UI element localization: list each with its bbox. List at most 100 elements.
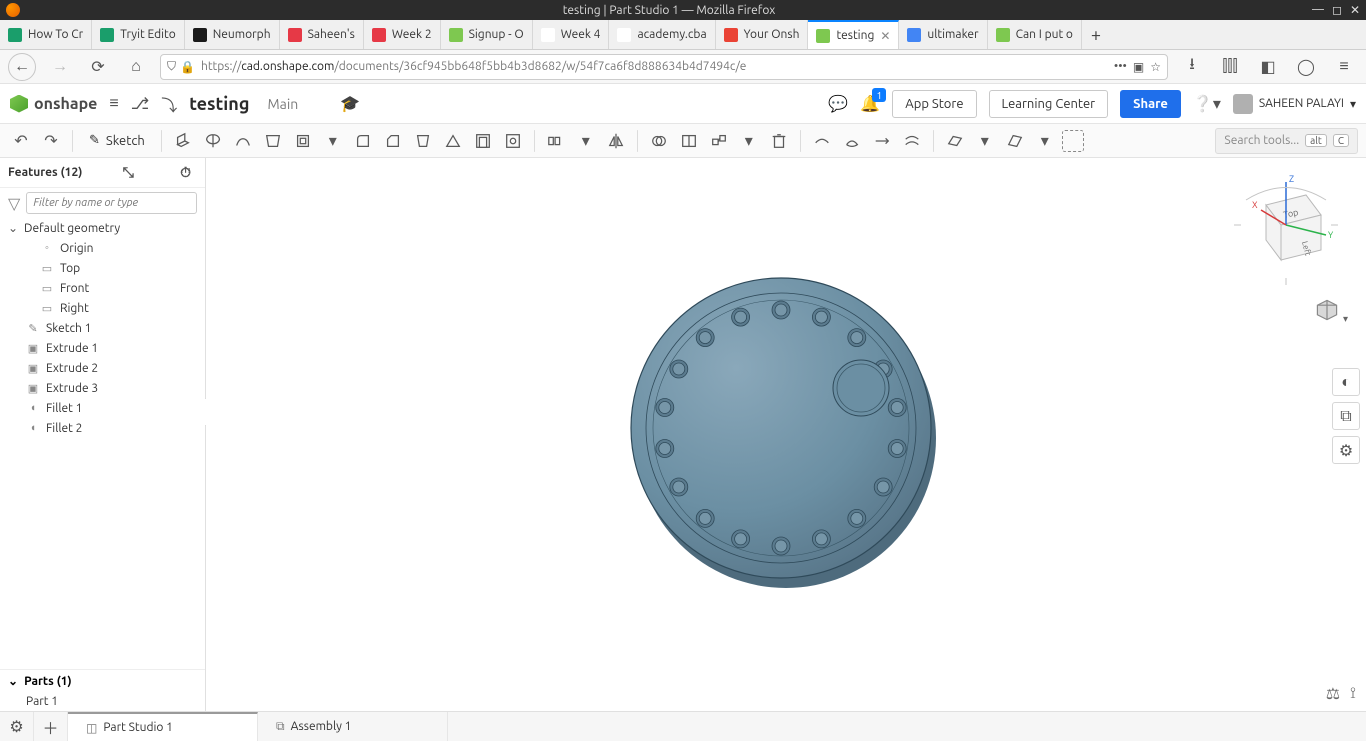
sidebar-icon[interactable]: ◧ (1254, 53, 1282, 81)
sweep-icon[interactable] (230, 128, 256, 154)
account-icon[interactable]: ◯ (1292, 53, 1320, 81)
tree-item-feature[interactable]: ▣Extrude 1 (0, 338, 205, 358)
window-minimize-icon[interactable]: — (1312, 3, 1324, 17)
surface-offset-icon[interactable] (899, 128, 925, 154)
redo-button[interactable]: ↷ (38, 128, 64, 154)
tab-part-studio[interactable]: ◫ Part Studio 1 (68, 712, 258, 741)
browser-tab[interactable]: Tryit Edito (92, 20, 185, 49)
tree-item-part[interactable]: Part 1 (0, 692, 205, 711)
revolve-icon[interactable] (200, 128, 226, 154)
add-tab-icon[interactable]: ＋ (34, 712, 68, 741)
tree-item-feature[interactable]: ▣Extrude 3 (0, 378, 205, 398)
tree-item-geometry[interactable]: ▭Right (0, 298, 205, 318)
parts-header[interactable]: ⌄ Parts (1) (0, 669, 205, 692)
plane-icon[interactable] (942, 128, 968, 154)
sketch-button[interactable]: ✎ Sketch (81, 128, 153, 154)
draft-icon[interactable] (410, 128, 436, 154)
graduation-icon[interactable]: 🎓 (340, 94, 360, 113)
delete-part-icon[interactable] (766, 128, 792, 154)
close-tab-icon[interactable]: ✕ (880, 29, 890, 43)
view-cube[interactable]: Top Left Y Z X (1226, 170, 1346, 290)
hamburger-icon[interactable]: ≡ (109, 94, 118, 113)
dropdown-2-icon[interactable]: ▾ (573, 128, 599, 154)
extrude-icon[interactable] (170, 128, 196, 154)
downloads-icon[interactable]: ⭳ (1178, 53, 1206, 81)
tree-item-feature[interactable]: ✎Sketch 1 (0, 318, 205, 338)
undo-button[interactable]: ↶ (8, 128, 34, 154)
dropdown-4-icon[interactable]: ▾ (972, 128, 998, 154)
hole-icon[interactable] (500, 128, 526, 154)
stopwatch-icon[interactable]: ⏱ (180, 164, 191, 181)
browser-tab[interactable]: ultimaker (899, 20, 987, 49)
loft-icon[interactable] (260, 128, 286, 154)
sheet-metal-icon[interactable] (1002, 128, 1028, 154)
features-filter-input[interactable] (26, 192, 197, 214)
comments-icon[interactable]: 💬 (828, 94, 848, 113)
transform-icon[interactable] (706, 128, 732, 154)
tree-default-geometry[interactable]: ⌄ Default geometry (0, 218, 205, 238)
nav-home-button[interactable]: ⌂ (122, 53, 150, 81)
browser-tab[interactable]: Signup - O (441, 20, 533, 49)
search-tools[interactable]: Search tools... alt C (1215, 128, 1358, 154)
tab-options-icon[interactable]: ⚙ (0, 712, 34, 741)
version-graph-icon[interactable]: ⎇ (131, 94, 149, 113)
window-close-icon[interactable]: ✕ (1350, 3, 1360, 17)
browser-tab[interactable]: academy.cba (609, 20, 715, 49)
surface-extrude-icon[interactable] (809, 128, 835, 154)
nav-reload-button[interactable]: ⟳ (84, 53, 112, 81)
insert-icon[interactable]: ⤵ (161, 92, 177, 116)
branch-name[interactable]: Main (267, 96, 298, 112)
render-mode-icon[interactable]: ▾ (1315, 298, 1348, 326)
user-menu[interactable]: SAHEEN PALAYI ▾ (1233, 94, 1356, 114)
tree-item-geometry[interactable]: ▭Top (0, 258, 205, 278)
thicken-icon[interactable] (290, 128, 316, 154)
appearance-tool-icon[interactable]: ◐ (1332, 368, 1360, 396)
onshape-logo[interactable]: onshape (10, 95, 97, 113)
meatball-icon[interactable]: ••• (1114, 60, 1127, 73)
browser-tab[interactable]: Week 4 (533, 20, 610, 49)
surface-move-icon[interactable] (869, 128, 895, 154)
tab-assembly[interactable]: ⧉ Assembly 1 (258, 712, 448, 741)
browser-tab[interactable]: Your Onsh (716, 20, 809, 49)
surface-fill-icon[interactable] (839, 128, 865, 154)
model-view[interactable] (586, 228, 986, 628)
tree-item-geometry[interactable]: ◦Origin (0, 238, 205, 258)
nav-back-button[interactable]: ← (8, 53, 36, 81)
document-name[interactable]: testing (189, 94, 249, 114)
measure-tool-icon[interactable]: ⚙ (1332, 436, 1360, 464)
browser-tab[interactable]: How To Cr (0, 20, 92, 49)
share-button[interactable]: Share (1120, 90, 1181, 118)
tree-item-feature[interactable]: ◖Fillet 1 (0, 398, 205, 418)
tree-item-feature[interactable]: ▣Extrude 2 (0, 358, 205, 378)
dropdown-5-icon[interactable]: ▾ (1032, 128, 1058, 154)
nav-forward-button[interactable]: → (46, 53, 74, 81)
browser-tab[interactable]: Week 2 (364, 20, 441, 49)
split-icon[interactable] (676, 128, 702, 154)
mass-props-tool-icon[interactable]: ⧉ (1332, 402, 1360, 430)
browser-tab[interactable]: Saheen's (280, 20, 364, 49)
tree-item-geometry[interactable]: ▭Front (0, 278, 205, 298)
library-icon[interactable]: ⫿⫿⫿ (1216, 53, 1244, 81)
rollback-icon[interactable]: ⤡ (123, 164, 134, 181)
boolean-icon[interactable] (646, 128, 672, 154)
precision-icon[interactable]: ⟟ (1350, 684, 1356, 703)
reader-icon[interactable]: ▣ (1133, 60, 1144, 74)
chamfer-icon[interactable] (380, 128, 406, 154)
browser-tab[interactable]: Neumorph (185, 20, 280, 49)
window-maximize-icon[interactable]: ◻ (1332, 3, 1342, 17)
browser-tab[interactable]: Can I put o (988, 20, 1082, 49)
units-icon[interactable]: ⚖ (1326, 684, 1340, 703)
pattern-linear-icon[interactable] (543, 128, 569, 154)
new-tab-button[interactable]: + (1082, 20, 1110, 49)
browser-tab[interactable]: testing✕ (808, 20, 899, 49)
address-bar[interactable]: ⛉ 🔒 https://cad.onshape.com/documents/36… (160, 54, 1168, 80)
shell-icon[interactable] (470, 128, 496, 154)
bookmark-star-icon[interactable]: ☆ (1150, 60, 1161, 74)
learning-center-button[interactable]: Learning Center (989, 90, 1109, 118)
fillet-icon[interactable] (350, 128, 376, 154)
model-canvas[interactable]: Top Left Y Z X ▾ ◐ ⧉ ⚙ (206, 158, 1366, 711)
dropdown-1-icon[interactable]: ▾ (320, 128, 346, 154)
rib-icon[interactable] (440, 128, 466, 154)
feature-tree[interactable]: ⌄ Default geometry ◦Origin▭Top▭Front▭Rig… (0, 218, 205, 669)
menu-icon[interactable]: ≡ (1330, 53, 1358, 81)
